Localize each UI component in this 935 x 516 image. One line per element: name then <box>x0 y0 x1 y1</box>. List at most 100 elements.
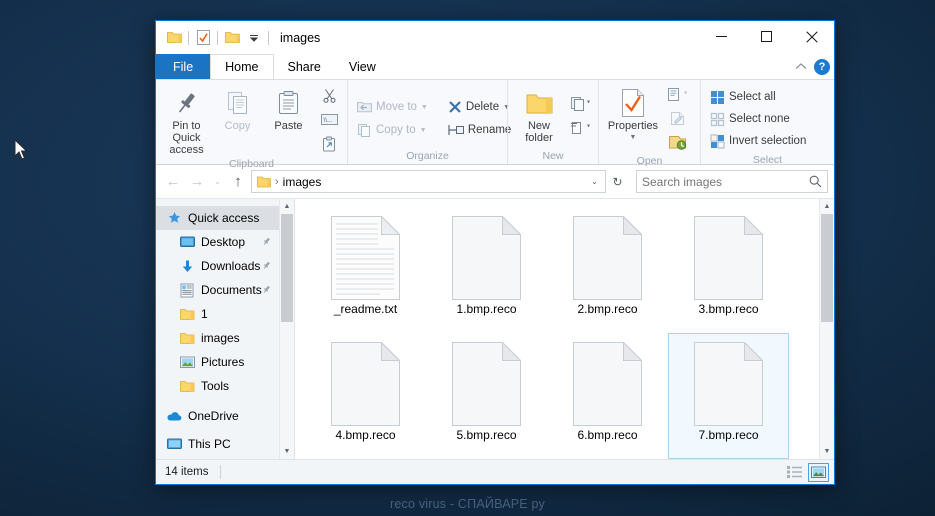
scroll-down-icon[interactable]: ▼ <box>280 444 294 459</box>
paste-icon <box>277 86 301 120</box>
copy-button[interactable]: Copy <box>212 83 263 156</box>
scroll-up-icon[interactable]: ▲ <box>820 199 834 214</box>
title-bar[interactable]: images <box>156 21 834 54</box>
copy-path-button[interactable]: \\... <box>316 109 342 131</box>
delete-button[interactable]: Delete ▼ <box>444 96 515 118</box>
file-list-view[interactable]: _readme.txt 1.bmp.reco 2.bmp.reco 3.bmp.… <box>295 199 834 459</box>
select-all-button[interactable]: Select all <box>706 86 810 108</box>
item-count: 14 items <box>165 466 209 478</box>
sidebar-item-desktop[interactable]: Desktop <box>156 230 279 254</box>
view-toggles <box>784 462 829 482</box>
close-button[interactable] <box>789 21 834 52</box>
file-name: _readme.txt <box>333 302 398 316</box>
up-button[interactable]: ↑ <box>227 171 249 193</box>
edit-button[interactable] <box>664 107 690 129</box>
address-bar[interactable]: › images ⌄ <box>251 170 606 193</box>
rename-icon <box>448 125 464 135</box>
help-button[interactable]: ? <box>814 58 830 75</box>
toolbar-divider-2 <box>217 30 218 45</box>
sidebar-item-quick-access[interactable]: Quick access <box>156 206 279 230</box>
tab-view[interactable]: View <box>335 54 390 79</box>
new-folder-icon <box>525 86 554 120</box>
move-to-button[interactable]: Move to ▼ <box>353 96 432 118</box>
file-item[interactable]: 1.bmp.reco <box>426 207 547 333</box>
scroll-thumb[interactable] <box>821 214 833 323</box>
navigation-scrollbar[interactable]: ▲ ▼ <box>279 199 294 459</box>
sidebar-label-documents: Documents <box>201 283 262 297</box>
quick-access-toolbar <box>156 27 272 49</box>
back-button[interactable]: ← <box>162 171 184 193</box>
breadcrumb-images[interactable]: images <box>283 175 322 189</box>
chevron-down-icon[interactable]: ▼ <box>421 104 428 111</box>
invert-selection-button[interactable]: Invert selection <box>706 130 810 152</box>
sidebar-item-pictures[interactable]: Pictures <box>156 350 279 374</box>
file-item[interactable]: 5.bmp.reco <box>426 333 547 459</box>
properties-button[interactable]: Properties ▼ <box>604 83 662 153</box>
blank-file-icon <box>452 216 521 300</box>
scroll-track[interactable] <box>280 214 294 444</box>
scroll-up-icon[interactable]: ▲ <box>280 199 294 214</box>
paste-button[interactable]: Paste <box>263 83 314 156</box>
new-folder-icon[interactable] <box>221 27 243 49</box>
select-none-button[interactable]: Select none <box>706 108 810 130</box>
scroll-thumb[interactable] <box>281 214 293 323</box>
customize-dropdown-icon[interactable] <box>243 27 265 49</box>
invert-selection-icon <box>710 133 725 149</box>
collapse-ribbon-icon[interactable] <box>795 62 807 71</box>
copy-to-button[interactable]: Copy to ▼ <box>353 119 432 141</box>
sidebar-item-this-pc[interactable]: This PC <box>156 432 279 456</box>
file-item[interactable]: 3.bmp.reco <box>668 207 789 333</box>
sidebar-item-onedrive[interactable]: OneDrive <box>156 404 279 428</box>
desktop-icon <box>179 234 195 250</box>
history-button[interactable] <box>664 131 690 153</box>
file-item[interactable]: _readme.txt <box>305 207 426 333</box>
documents-icon <box>179 282 195 298</box>
forward-button[interactable]: → <box>186 171 208 193</box>
rename-button[interactable]: Rename <box>444 119 515 141</box>
file-item[interactable]: 6.bmp.reco <box>547 333 668 459</box>
sidebar-item-downloads[interactable]: Downloads <box>156 254 279 278</box>
file-name: 7.bmp.reco <box>698 428 759 442</box>
file-item-selected[interactable]: 7.bmp.reco <box>668 333 789 459</box>
large-icons-view-button[interactable] <box>808 462 829 482</box>
properties-check-icon[interactable] <box>192 27 214 49</box>
cut-button[interactable] <box>316 85 342 107</box>
new-folder-button[interactable]: New folder <box>513 83 565 148</box>
paste-label: Paste <box>274 120 303 132</box>
mouse-cursor <box>14 139 28 160</box>
search-input[interactable] <box>642 174 809 189</box>
sidebar-label-pictures: Pictures <box>201 355 245 369</box>
file-view-scrollbar[interactable]: ▲ ▼ <box>819 199 834 459</box>
folder-icon[interactable] <box>163 27 185 49</box>
minimize-button[interactable] <box>699 21 744 52</box>
recent-locations-button[interactable]: ⌄ <box>210 171 225 193</box>
chevron-down-icon-4[interactable]: ▼ <box>630 132 637 144</box>
pin-to-quick-access-button[interactable]: Pin to Quick access <box>161 83 212 156</box>
chevron-down-icon-2[interactable]: ▼ <box>420 127 427 134</box>
navigation-list: Quick access Desktop Downloads Documents… <box>156 199 279 459</box>
select-all-icon <box>711 90 724 104</box>
sidebar-item-images[interactable]: images <box>156 326 279 350</box>
sidebar-item-tools[interactable]: Tools <box>156 374 279 398</box>
file-item[interactable]: 2.bmp.reco <box>547 207 668 333</box>
open-button[interactable] <box>664 83 690 105</box>
scroll-down-icon[interactable]: ▼ <box>820 444 834 459</box>
copy-to-icon <box>358 124 370 137</box>
blank-file-icon <box>694 342 763 426</box>
address-dropdown-icon[interactable]: ⌄ <box>586 177 603 186</box>
tab-home[interactable]: Home <box>210 54 274 79</box>
tab-file[interactable]: File <box>156 54 211 79</box>
sidebar-item-folder-1[interactable]: 1 <box>156 302 279 326</box>
scroll-track[interactable] <box>820 214 834 444</box>
file-item[interactable]: 4.bmp.reco <box>305 333 426 459</box>
maximize-button[interactable] <box>744 21 789 52</box>
new-item-button[interactable] <box>567 93 593 115</box>
tab-share[interactable]: Share <box>274 54 335 79</box>
refresh-button[interactable]: ↻ <box>608 175 627 189</box>
details-view-button[interactable] <box>784 463 805 482</box>
paste-shortcut-button[interactable] <box>316 133 342 155</box>
pin-icon-documents <box>262 283 271 297</box>
sidebar-item-documents[interactable]: Documents <box>156 278 279 302</box>
search-box[interactable] <box>636 170 828 193</box>
easy-access-button[interactable] <box>567 117 593 139</box>
